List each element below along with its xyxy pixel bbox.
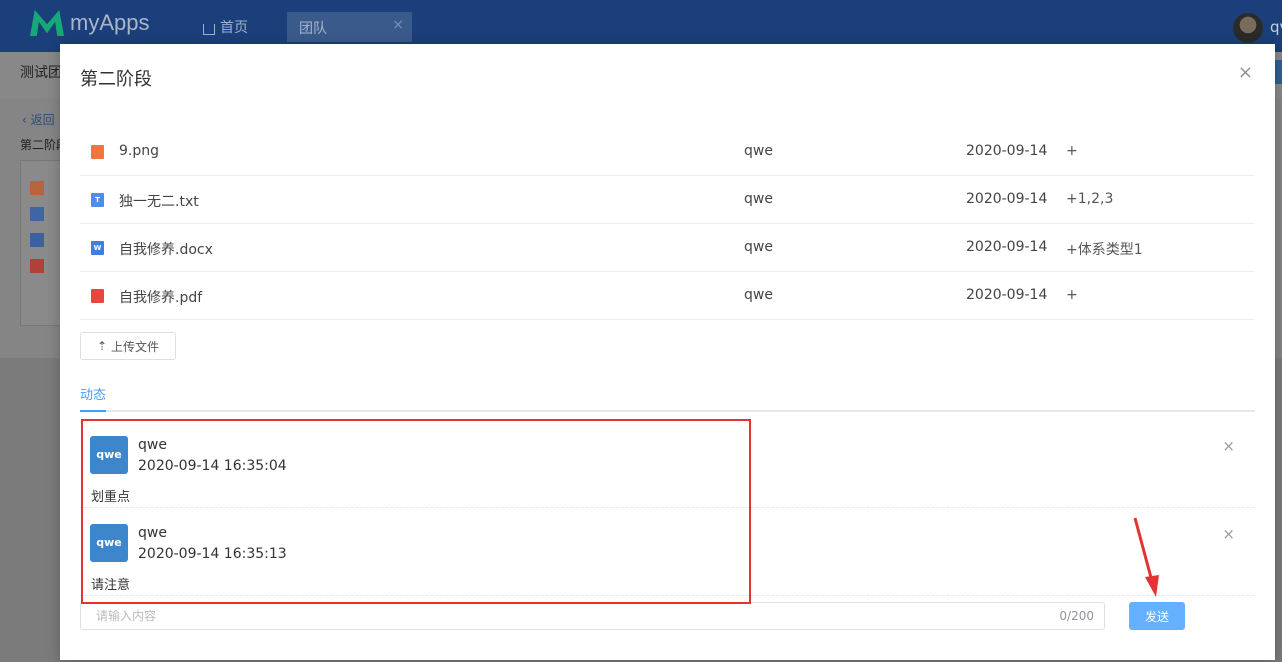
comment-input[interactable] [81, 603, 1041, 629]
file-tag-add[interactable]: + [1066, 287, 1078, 303]
file-name[interactable]: 自我修养.pdf [119, 287, 202, 307]
file-tag-add[interactable]: +体系类型1 [1066, 239, 1143, 259]
comment-input-wrapper: 0/200 [80, 602, 1105, 630]
file-date: 2020-09-14 [966, 191, 1048, 207]
delete-comment-icon[interactable]: × [1222, 437, 1235, 455]
image-file-icon [30, 181, 44, 195]
nav-tab-label: 团队 [299, 21, 327, 37]
tab-activity[interactable]: 动态 [80, 384, 107, 412]
app-logo[interactable]: myApps [30, 10, 149, 36]
file-row[interactable]: 9.png qwe 2020-09-14 + [80, 128, 1255, 176]
file-name[interactable]: 9.png [119, 143, 159, 159]
file-date: 2020-09-14 [966, 287, 1048, 303]
file-tag-add[interactable]: + [1066, 143, 1078, 159]
file-row[interactable]: W 自我修养.docx qwe 2020-09-14 +体系类型1 [80, 224, 1255, 272]
pdf-file-icon [30, 259, 44, 273]
close-icon[interactable]: × [1238, 64, 1253, 82]
user-name[interactable]: qv [1270, 18, 1282, 36]
text-file-icon [30, 207, 44, 221]
annotation-arrow-icon [1133, 517, 1159, 597]
upload-file-button[interactable]: ⇡ 上传文件 [80, 332, 176, 360]
home-icon [203, 23, 215, 35]
char-counter: 0/200 [1059, 609, 1094, 623]
file-owner: qwe [744, 287, 773, 303]
file-name[interactable]: 自我修养.docx [119, 239, 213, 259]
send-button[interactable]: 发送 [1129, 602, 1185, 630]
annotation-highlight-box [81, 419, 751, 604]
text-file-icon: T [91, 193, 104, 207]
file-row[interactable]: 自我修养.pdf qwe 2020-09-14 + [80, 272, 1255, 320]
dialog-title: 第二阶段 [80, 69, 152, 90]
file-row[interactable]: T 独一无二.txt qwe 2020-09-14 +1,2,3 [80, 176, 1255, 224]
logo-mark-icon [30, 10, 64, 36]
logo-text: myApps [70, 10, 150, 35]
file-tag-add[interactable]: +1,2,3 [1066, 191, 1113, 207]
delete-comment-icon[interactable]: × [1222, 525, 1235, 543]
background-team-title: 测试团 [20, 65, 62, 81]
nav-home-label: 首页 [220, 20, 248, 36]
background-back-link: ‹ 返回 [22, 113, 55, 127]
file-date: 2020-09-14 [966, 239, 1048, 255]
file-owner: qwe [744, 239, 773, 255]
image-file-icon [91, 145, 104, 159]
pdf-file-icon [91, 289, 104, 303]
file-name[interactable]: 独一无二.txt [119, 191, 199, 211]
file-list: 9.png qwe 2020-09-14 + T 独一无二.txt qwe 20… [80, 128, 1255, 320]
file-date: 2020-09-14 [966, 143, 1048, 159]
user-avatar[interactable] [1233, 13, 1263, 43]
upload-label: 上传文件 [111, 339, 160, 354]
nav-tab-team[interactable]: 团队 × [287, 12, 412, 42]
activity-tabs: 动态 [80, 384, 1255, 412]
file-owner: qwe [744, 191, 773, 207]
tab-close-icon[interactable]: × [392, 17, 404, 33]
background-back-label: 返回 [30, 113, 55, 127]
nav-home-link[interactable]: 首页 [203, 17, 248, 37]
word-file-icon: W [91, 241, 104, 255]
word-file-icon [30, 233, 44, 247]
file-owner: qwe [744, 143, 773, 159]
upload-icon: ⇡ [96, 339, 108, 353]
